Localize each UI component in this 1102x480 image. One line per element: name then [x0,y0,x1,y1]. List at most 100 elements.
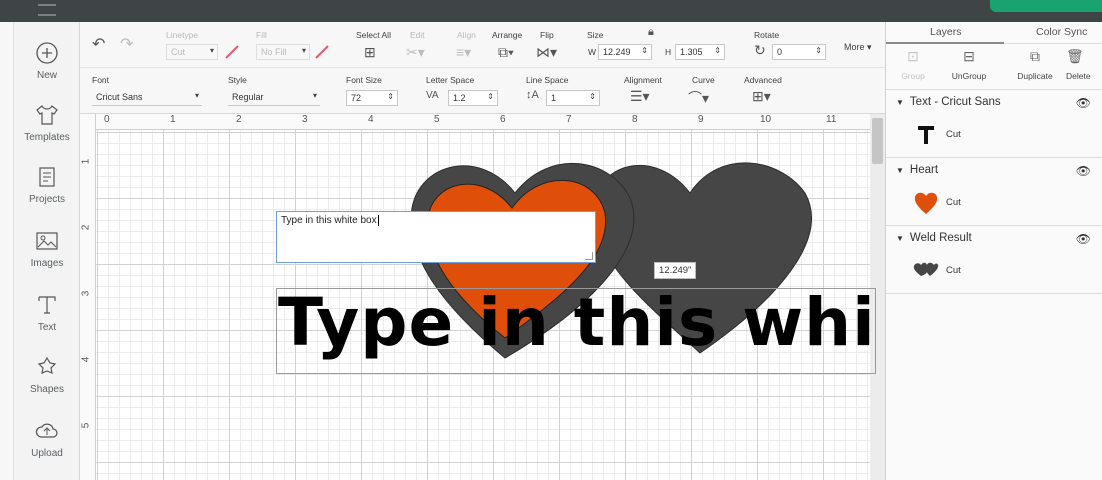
rotate-value: 0 [777,47,783,57]
tab-layers[interactable]: Layers [930,26,962,38]
arrange-icon[interactable]: ⧉▾ [498,44,514,61]
rotate-input[interactable]: 0 ⇕ [772,44,826,60]
ruler-mark: 2 [236,114,242,125]
ruler-mark: 11 [826,114,837,125]
canvas-text-object[interactable]: Type in this white box [278,283,870,363]
flip-label: Flip [540,30,554,40]
align-icon[interactable]: ≡▾ [456,44,471,61]
layer-group-title: Text - Cricut Sans [909,96,1001,108]
select-all-icon[interactable]: ⊞ [364,44,376,61]
width-input[interactable]: 12.249 ⇕ [598,44,652,60]
fill-color-icon[interactable] [314,44,330,60]
layer-group-heart[interactable]: ▼ Heart 👁︎ Cut [886,158,1102,226]
width-value: 12.249 [603,47,631,57]
alignment-label: Alignment [624,75,662,85]
text-align-icon[interactable]: ☰▾ [630,88,650,105]
ruler-mark: 1 [170,114,176,125]
layer-group-header[interactable]: ▼ Text - Cricut Sans [896,96,1001,108]
visibility-eye-icon[interactable]: 👁︎ [1076,164,1091,178]
group-icon: ⊡ [907,48,919,64]
layers-panel: Layers Color Sync ⊡ Group ⊟ UnGroup ⧉ Dupli… [885,22,1102,480]
fill-select[interactable]: No Fill ▾ [256,44,310,60]
visibility-eye-icon[interactable]: 👁︎ [1076,232,1091,246]
line-space-value: 1 [551,93,557,103]
style-value: Regular [232,92,264,102]
font-select[interactable]: Cricut Sans ▾ [92,90,202,106]
text-entry-value: Type in this white box [281,215,377,227]
fill-label: Fill [256,30,267,40]
tool-label: New [36,70,57,81]
font-label: Font [92,75,110,85]
delete-button[interactable]: 🗑︎ Delete [1066,48,1102,81]
linetype-select[interactable]: Cut ▾ [166,44,218,60]
font-size-input[interactable]: 72 ⇕ [346,90,398,106]
undo-icon[interactable]: ↶ [92,34,105,54]
tool-text[interactable]: Text [14,286,80,346]
height-input[interactable]: 1.305 ⇕ [675,44,725,60]
redo-icon[interactable]: ↷ [120,34,133,54]
curve-icon[interactable]: ⌒▾ [688,88,709,108]
stepper-icon: ⇕ [641,46,648,55]
layer-group-weld[interactable]: ▼ Weld Result 👁︎ Cut [886,226,1102,294]
layer-actions: ⊡ Group ⊟ UnGroup ⧉ Duplicate 🗑︎ Delete [886,44,1102,90]
tool-templates[interactable]: Templates [14,96,80,156]
tool-label: Upload [31,448,63,459]
trash-icon: 🗑︎ [1066,48,1084,64]
tool-new[interactable]: New [14,34,80,94]
duplicate-button[interactable]: ⧉ Duplicate [1008,48,1062,81]
ruler-mark: 4 [368,114,374,125]
letter-space-value: 1.2 [453,93,466,103]
stepper-icon: ⇕ [487,92,494,101]
group-button[interactable]: ⊡ Group [886,48,940,81]
tab-color-sync[interactable]: Color Sync [1036,26,1087,38]
heart-icon [914,192,938,214]
text-cursor [377,215,379,226]
lock-icon[interactable]: 🔒︎ [648,26,654,39]
linetype-color-icon[interactable] [224,44,240,60]
letter-space-input[interactable]: 1.2 ⇕ [448,90,498,106]
ruler-mark: 6 [500,114,506,125]
resize-grip-icon[interactable] [585,252,593,260]
tool-label: Projects [28,194,66,205]
ruler-mark: 8 [632,114,638,125]
scrollbar-thumb[interactable] [872,118,883,164]
visibility-eye-icon[interactable]: 👁︎ [1076,96,1091,110]
tool-label: Images [30,258,64,269]
tool-images[interactable]: Images [14,222,80,282]
text-entry-box[interactable]: Type in this white box [276,211,596,263]
layer-operation: Cut [946,129,961,140]
tool-label: Text [37,322,57,333]
ruler-mark: 4 [80,356,92,363]
ruler-mark: 9 [698,114,704,125]
edit-scissors-icon[interactable]: ✂▾ [406,44,425,61]
style-select[interactable]: Regular ▾ [228,90,320,106]
tool-upload[interactable]: Upload [14,412,80,472]
ruler-vertical: 1 2 3 4 5 [80,114,96,480]
collapse-triangle-icon[interactable]: ▼ [896,98,904,107]
letter-space-icon: VA [426,90,439,101]
text-toolbar: Font Cricut Sans ▾ Style Regular ▾ Font Si… [80,68,885,114]
tool-shapes[interactable]: Shapes [14,348,80,408]
advanced-icon[interactable]: ⊞▾ [752,88,771,105]
flip-icon[interactable]: ⋈▾ [536,44,557,61]
more-button[interactable]: More ▾ [844,42,872,53]
layer-group-header[interactable]: ▼ Heart [896,164,938,176]
menu-icon[interactable] [38,4,56,16]
tool-projects[interactable]: Projects [14,158,80,218]
make-it-button[interactable] [990,0,1102,12]
ruler-mark: 10 [760,114,772,125]
layer-group-text[interactable]: ▼ Text - Cricut Sans 👁︎ Cut [886,90,1102,158]
shapes-icon [37,356,57,374]
layer-group-header[interactable]: ▼ Weld Result [896,232,972,244]
collapse-triangle-icon[interactable]: ▼ [896,234,904,243]
line-space-input[interactable]: 1 ⇕ [546,90,600,106]
header-bar [0,0,1102,22]
delete-label: Delete [1066,71,1091,81]
select-all-label: Select All [356,30,391,40]
collapse-triangle-icon[interactable]: ▼ [896,166,904,175]
height-value: 1.305 [680,47,703,57]
linetype-label: Linetype [166,30,199,40]
font-size-value: 72 [351,93,362,103]
ungroup-icon: ⊟ [963,48,975,64]
ungroup-button[interactable]: ⊟ UnGroup [942,48,996,81]
